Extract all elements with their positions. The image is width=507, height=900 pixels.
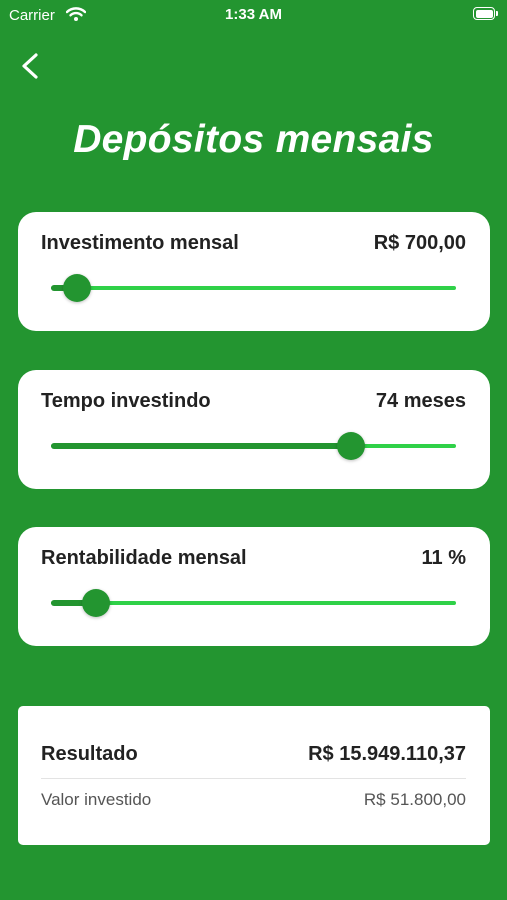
result-value: R$ 15.949.110,37 (308, 743, 466, 765)
back-button[interactable] (18, 50, 46, 82)
monthly-return-value: 11 % (421, 547, 466, 569)
monthly-investment-label: Investimento mensal (41, 232, 239, 254)
slider-thumb[interactable] (63, 274, 92, 302)
page-title: Depósitos mensais (73, 118, 434, 161)
invested-amount-label: Valor investido (41, 790, 152, 809)
monthly-investment-slider[interactable] (51, 273, 456, 303)
investment-time-label: Tempo investindo (41, 390, 211, 412)
slider-fill (51, 443, 351, 449)
clock: 1:33 AM (225, 6, 282, 23)
investment-time-value: 74 meses (375, 390, 466, 412)
back-chevron-icon (22, 53, 38, 79)
monthly-return-label: Rentabilidade mensal (41, 547, 247, 569)
monthly-investment-value: R$ 700,00 (373, 232, 466, 254)
monthly-return-card: Rentabilidade mensal 11 % (18, 527, 490, 646)
result-label: Resultado (41, 743, 138, 765)
investment-time-slider[interactable] (51, 431, 456, 461)
divider (41, 778, 466, 779)
monthly-return-slider[interactable] (51, 588, 456, 618)
monthly-investment-card: Investimento mensal R$ 700,00 (18, 212, 490, 331)
battery-icon (473, 7, 498, 20)
investment-time-card: Tempo investindo 74 meses (18, 370, 490, 489)
result-card: Resultado R$ 15.949.110,37 Valor investi… (18, 706, 490, 845)
slider-thumb[interactable] (81, 589, 110, 617)
status-bar: Carrier 1:33 AM (0, 0, 507, 30)
slider-track (51, 601, 456, 605)
invested-amount-value: R$ 51.800,00 (363, 790, 466, 809)
slider-thumb[interactable] (336, 432, 365, 460)
slider-track (51, 286, 456, 290)
